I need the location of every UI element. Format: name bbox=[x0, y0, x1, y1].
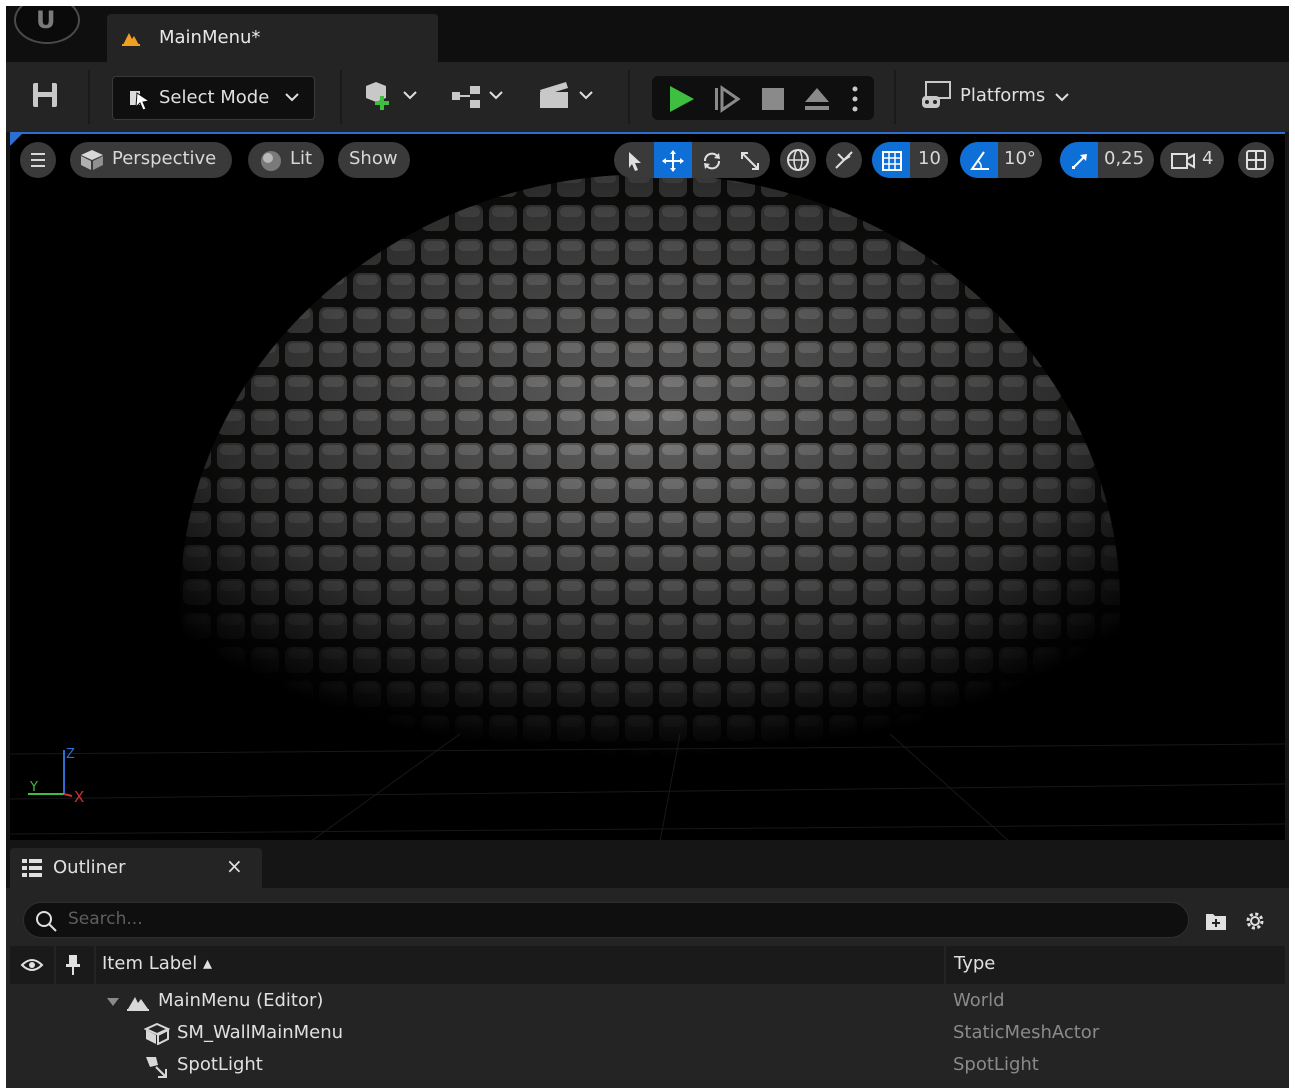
add-actor-icon[interactable] bbox=[362, 80, 422, 114]
close-icon[interactable]: × bbox=[226, 854, 243, 878]
select-mode-dropdown[interactable]: Select Mode bbox=[112, 76, 315, 120]
gear-icon[interactable] bbox=[1242, 908, 1268, 934]
play-icon[interactable] bbox=[666, 84, 696, 114]
row-label: SpotLight bbox=[177, 1054, 263, 1075]
toolbar-separator bbox=[894, 70, 896, 124]
outliner-body: Search... Item Label ▴ Type MainMenu (Ed… bbox=[6, 888, 1289, 1088]
outliner-row-static-mesh[interactable]: SM_WallMainMenu StaticMeshActor bbox=[10, 1018, 1285, 1050]
surface-snap-button[interactable] bbox=[826, 142, 862, 178]
column-divider bbox=[944, 946, 946, 984]
search-icon bbox=[36, 911, 57, 932]
level-icon bbox=[127, 997, 149, 1011]
camera-icon bbox=[1171, 153, 1195, 169]
eject-icon[interactable] bbox=[802, 84, 832, 114]
row-label: SM_WallMainMenu bbox=[177, 1022, 344, 1043]
rotation-snap-value: 10° bbox=[1004, 148, 1036, 169]
chevron-down-icon bbox=[1055, 93, 1069, 102]
scale-snap-control[interactable]: 0,25 bbox=[1060, 142, 1154, 178]
document-tab-bar: U MainMenu* bbox=[6, 6, 1289, 62]
transform-tools bbox=[614, 142, 770, 178]
grid-snap-control[interactable]: 10 bbox=[872, 142, 948, 178]
more-vertical-icon[interactable] bbox=[848, 84, 862, 114]
outliner-row-spotlight[interactable]: SpotLight SpotLight bbox=[10, 1050, 1285, 1082]
column-type[interactable]: Type bbox=[954, 953, 995, 974]
viewport-layout-button[interactable] bbox=[1238, 142, 1274, 178]
tab-label: MainMenu* bbox=[159, 27, 261, 48]
axis-gizmo: Z Y X bbox=[28, 747, 84, 806]
tab-outliner[interactable]: Outliner × bbox=[10, 848, 262, 888]
row-label: MainMenu (Editor) bbox=[158, 990, 324, 1011]
scale-snap-value: 0,25 bbox=[1104, 148, 1145, 169]
row-type: StaticMeshActor bbox=[953, 1022, 1100, 1043]
axis-y-label: Y bbox=[29, 780, 38, 795]
show-button[interactable]: Show bbox=[338, 142, 410, 178]
move-icon[interactable] bbox=[661, 149, 685, 173]
expand-arrow-icon[interactable] bbox=[106, 996, 120, 1008]
select-arrow-icon bbox=[130, 91, 151, 111]
level-viewport[interactable]: Perspective Lit Show 10 10° 0,25 4 Z Y X bbox=[10, 132, 1285, 840]
visibility-eye-icon[interactable] bbox=[20, 955, 44, 975]
stop-icon[interactable] bbox=[758, 84, 788, 114]
camera-speed-control[interactable]: 4 bbox=[1160, 142, 1224, 178]
viewport-layout-icon bbox=[1246, 150, 1266, 170]
cube-icon bbox=[81, 150, 103, 170]
column-divider bbox=[94, 946, 96, 984]
scale-snap-icon bbox=[1072, 154, 1087, 169]
row-type: World bbox=[953, 990, 1005, 1011]
outliner-title: Outliner bbox=[53, 857, 126, 878]
grid-icon bbox=[882, 151, 902, 171]
viewport-scene bbox=[10, 134, 1285, 840]
rotate-icon[interactable] bbox=[700, 149, 724, 173]
unreal-logo-icon[interactable]: U bbox=[14, 6, 80, 44]
viewport-menu-button[interactable] bbox=[20, 142, 56, 178]
axis-z-label: Z bbox=[66, 747, 75, 762]
lit-button[interactable]: Lit bbox=[248, 142, 324, 178]
rotation-snap-control[interactable]: 10° bbox=[960, 142, 1042, 178]
editor-window: U MainMenu* Select Mode Platforms Perspe… bbox=[6, 6, 1289, 1088]
chevron-down-icon bbox=[285, 93, 299, 102]
tab-mainmenu[interactable]: MainMenu* bbox=[107, 14, 438, 62]
angle-icon bbox=[970, 151, 989, 170]
world-local-button[interactable] bbox=[780, 142, 816, 178]
outliner-panel: Outliner × Search... Item Label ▴ Type M… bbox=[6, 840, 1289, 1088]
level-icon bbox=[122, 33, 140, 46]
play-controls bbox=[652, 76, 874, 120]
camera-speed-value: 4 bbox=[1202, 148, 1214, 169]
blueprint-icon[interactable] bbox=[450, 80, 510, 114]
globe-icon bbox=[787, 149, 809, 171]
main-toolbar: Select Mode Platforms bbox=[6, 62, 1289, 132]
axis-x-label: X bbox=[74, 788, 84, 806]
perspective-label: Perspective bbox=[112, 148, 217, 169]
surface-snap-icon bbox=[835, 151, 853, 169]
show-label: Show bbox=[349, 148, 398, 169]
save-icon[interactable] bbox=[30, 80, 60, 110]
search-input[interactable]: Search... bbox=[23, 902, 1189, 938]
grid-snap-value: 10 bbox=[918, 148, 941, 169]
step-icon[interactable] bbox=[712, 84, 742, 114]
toolbar-separator bbox=[340, 70, 342, 124]
clapper-icon[interactable] bbox=[538, 80, 598, 114]
platforms-label: Platforms bbox=[960, 85, 1046, 106]
column-divider bbox=[54, 946, 56, 984]
toolbar-separator bbox=[88, 70, 90, 124]
outliner-row-world[interactable]: MainMenu (Editor) World bbox=[10, 986, 1285, 1018]
search-placeholder: Search... bbox=[68, 909, 143, 929]
pin-icon[interactable] bbox=[64, 953, 82, 977]
platforms-icon bbox=[922, 81, 951, 108]
select-mode-label: Select Mode bbox=[159, 87, 270, 108]
row-type: SpotLight bbox=[953, 1054, 1039, 1075]
outliner-column-header: Item Label ▴ Type bbox=[10, 946, 1285, 984]
outliner-icon bbox=[22, 859, 42, 877]
select-icon[interactable] bbox=[622, 149, 646, 173]
hamburger-icon bbox=[31, 153, 45, 167]
spotlight-icon bbox=[146, 1057, 167, 1078]
static-mesh-icon bbox=[144, 1023, 170, 1045]
lit-label: Lit bbox=[290, 148, 313, 169]
column-item-label[interactable]: Item Label ▴ bbox=[102, 953, 212, 974]
scale-icon[interactable] bbox=[738, 149, 762, 173]
toolbar-separator bbox=[628, 70, 630, 124]
sphere-icon bbox=[261, 151, 281, 171]
perspective-button[interactable]: Perspective bbox=[70, 142, 232, 178]
add-folder-icon[interactable] bbox=[1204, 910, 1228, 932]
